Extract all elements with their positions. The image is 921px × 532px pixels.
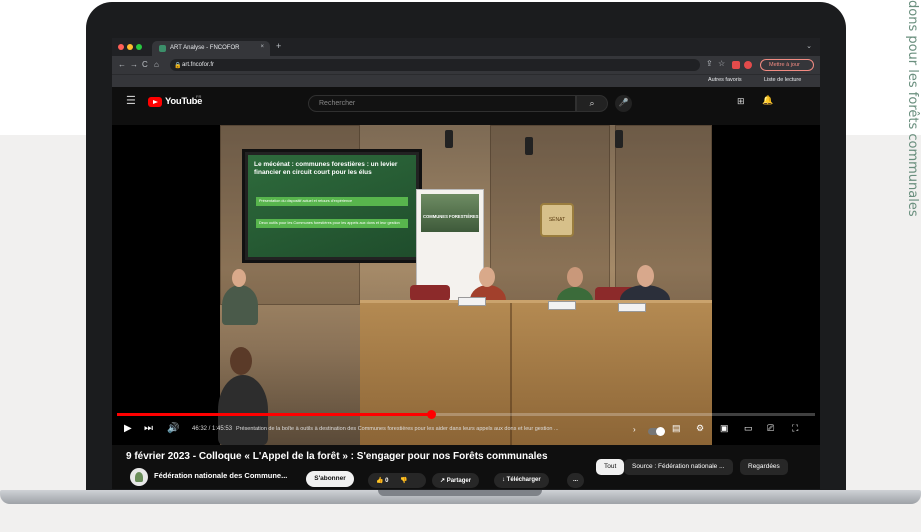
search-button[interactable]: ⌕: [576, 95, 608, 112]
bookmark-star-icon[interactable]: ☆: [718, 59, 725, 68]
other-bookmarks-link[interactable]: Autres favoris: [708, 77, 742, 83]
laptop-notch: [378, 490, 542, 496]
video-frame: Le mécénat : communes forestières : un l…: [218, 125, 712, 445]
speaker-head: [567, 267, 583, 287]
favicon-icon: [159, 45, 166, 52]
side-caption: dons pour les forêts communales: [905, 0, 920, 217]
subtitles-icon[interactable]: ▤: [672, 423, 681, 434]
player-controls: ▶ ⏭ 🔊 46:32 / 1:45:53 Présentation de la…: [112, 419, 820, 443]
attendee: [222, 285, 258, 325]
like-dislike-button[interactable]: 👍 0 👎: [368, 473, 426, 488]
share-icon[interactable]: ⇪: [706, 59, 713, 68]
menu-icon[interactable]: ☰: [126, 94, 136, 107]
tab-title: ART Analyse - FNCOFOR: [170, 45, 240, 51]
youtube-header: ☰ YouTube FR Rechercher ⌕ 🎤 ⊞ 🔔: [112, 87, 820, 117]
new-tab-button[interactable]: +: [276, 41, 281, 51]
chapter-chevron-icon[interactable]: ›: [633, 425, 636, 434]
theater-mode-icon[interactable]: ▭: [744, 423, 753, 434]
channel-name[interactable]: Fédération nationale des Commune...: [154, 471, 287, 480]
close-window-icon[interactable]: [118, 44, 124, 50]
nameplate: [548, 301, 576, 310]
chip-all[interactable]: Tout: [596, 459, 625, 475]
slide-title: Le mécénat : communes forestières : un l…: [254, 161, 398, 176]
microphone-icon: 🎤: [618, 98, 629, 107]
search-icon: ⌕: [589, 98, 595, 108]
youtube-page: ☰ YouTube FR Rechercher ⌕ 🎤 ⊞ 🔔 Le mécén…: [112, 87, 820, 489]
like-count: 0: [385, 478, 389, 484]
senate-seal: SÉNAT: [540, 203, 574, 237]
fullscreen-icon[interactable]: ⛶: [792, 423, 798, 434]
speaker-head: [637, 265, 654, 287]
browser-tab-bar: ART Analyse - FNCOFOR × + ⌄: [112, 38, 820, 56]
share-button[interactable]: ↗ Partager: [432, 473, 480, 488]
speaker-head: [479, 267, 495, 287]
create-video-icon[interactable]: ⊞: [737, 96, 745, 107]
search-input[interactable]: Rechercher: [308, 95, 576, 112]
volume-icon[interactable]: 🔊: [167, 423, 179, 434]
url-text: art.fncofor.fr: [182, 62, 215, 68]
update-button[interactable]: Mettre à jour: [760, 59, 814, 71]
share-label: Partager: [446, 478, 472, 484]
video-player[interactable]: Le mécénat : communes forestières : un l…: [112, 125, 820, 445]
extension-icon[interactable]: [744, 61, 752, 69]
back-button[interactable]: ←: [118, 60, 126, 69]
voice-search-button[interactable]: 🎤: [615, 95, 632, 112]
slide-box: Deux outils pour les Communes forestière…: [256, 219, 408, 228]
banner-title: COMMUNES FORESTIÈRES: [423, 214, 479, 219]
region-code: FR: [196, 94, 202, 99]
chapter-title[interactable]: Présentation de la boîte à outils à dest…: [236, 426, 631, 432]
camera-icon: [615, 130, 623, 148]
cast-icon[interactable]: ⎚: [767, 423, 774, 434]
presentation-screen: Le mécénat : communes forestières : un l…: [242, 149, 422, 263]
minimize-window-icon[interactable]: [127, 44, 133, 50]
notifications-icon[interactable]: 🔔: [762, 95, 773, 106]
youtube-logo-icon[interactable]: [148, 97, 162, 107]
next-icon[interactable]: ⏭: [144, 423, 153, 434]
laptop-screen: ART Analyse - FNCOFOR × + ⌄ ← → C ⌂ 🔒 ar…: [112, 38, 820, 489]
camera-icon: [525, 137, 533, 155]
attendee-head: [230, 347, 252, 375]
progress-bar[interactable]: [117, 410, 815, 419]
chair: [410, 285, 450, 301]
subscribe-button[interactable]: S'abonner: [306, 471, 354, 487]
slide-box: Présentation du dispositif actuel et ret…: [256, 197, 408, 206]
chip-source[interactable]: Source : Fédération nationale ...: [624, 459, 733, 475]
close-tab-icon[interactable]: ×: [260, 44, 264, 50]
maximize-window-icon[interactable]: [136, 44, 142, 50]
play-icon[interactable]: ▶: [124, 423, 132, 434]
banner-image: [421, 194, 479, 232]
bookmarks-bar: Autres favoris Liste de lecture: [112, 74, 820, 87]
more-actions-button[interactable]: ...: [567, 473, 585, 488]
wall-panel: [615, 125, 712, 305]
like-icon: 👍: [376, 478, 386, 484]
share-arrow-icon: ↗: [440, 478, 447, 484]
home-button[interactable]: ⌂: [154, 60, 159, 69]
address-bar[interactable]: 🔒 art.fncofor.fr: [170, 59, 700, 71]
miniplayer-icon[interactable]: ▣: [720, 423, 729, 434]
browser-toolbar: ← → C ⌂ 🔒 art.fncofor.fr ⇪ ☆ Mettre à jo…: [112, 56, 820, 74]
tab-search-icon[interactable]: ⌄: [806, 42, 812, 50]
progress-fill: [117, 413, 432, 416]
extension-icon[interactable]: [732, 61, 740, 69]
autoplay-toggle[interactable]: [648, 427, 665, 436]
lock-icon: 🔒: [174, 63, 182, 69]
settings-gear-icon[interactable]: ⚙: [696, 423, 704, 434]
dislike-icon: 👎: [400, 478, 408, 484]
reload-button[interactable]: C: [142, 60, 148, 69]
reading-list-link[interactable]: Liste de lecture: [764, 77, 801, 83]
channel-avatar[interactable]: [130, 468, 148, 486]
download-button[interactable]: ↓ Télécharger: [494, 473, 549, 488]
camera-icon: [445, 130, 453, 148]
forward-button[interactable]: →: [130, 60, 138, 69]
chip-watched[interactable]: Regardées: [740, 459, 788, 475]
browser-tab[interactable]: ART Analyse - FNCOFOR ×: [152, 41, 270, 56]
nameplate: [458, 297, 486, 306]
nameplate: [618, 303, 646, 312]
time-display: 46:32 / 1:45:53: [192, 426, 233, 432]
attendee-head: [232, 269, 246, 287]
slide: Le mécénat : communes forestières : un l…: [248, 155, 416, 257]
download-label: Télécharger: [506, 477, 541, 483]
